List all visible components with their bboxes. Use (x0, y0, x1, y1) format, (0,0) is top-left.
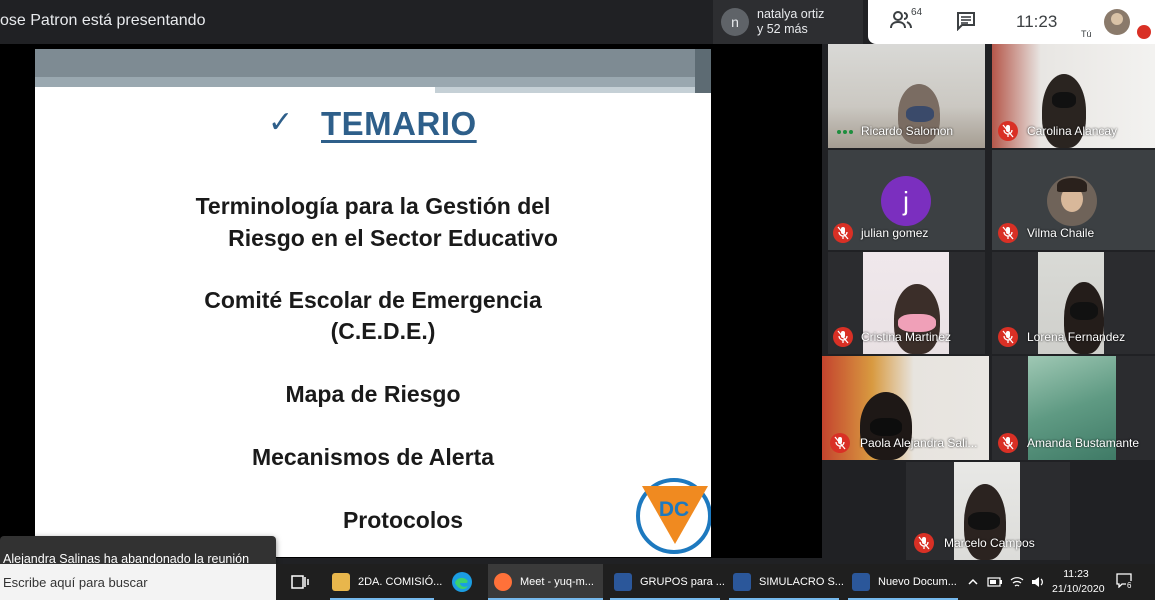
mic-off-icon (833, 223, 853, 243)
participant-tile-julian[interactable]: j julian gomez (828, 150, 985, 250)
civil-defense-logo: DC (636, 478, 711, 554)
wifi-icon[interactable] (1010, 576, 1024, 588)
mic-off-icon (833, 327, 853, 347)
slide-item-5: Protocolos (342, 507, 464, 533)
clock-time: 11:23 (1063, 568, 1089, 580)
participant-tile-lorena[interactable]: Lorena Fernandez (992, 252, 1155, 354)
slide-item-2-line-2: (C.E.D.E.) (330, 318, 436, 344)
meeting-controls-panel: 64 11:23 Tú (868, 0, 1155, 44)
slide-item-3: Mapa de Riesgo (285, 381, 461, 407)
volume-icon[interactable] (1031, 576, 1045, 588)
system-tray (965, 564, 1050, 600)
participant-avatar: j (881, 176, 931, 226)
participant-tile-carolina[interactable]: Carolina Alancay (992, 44, 1155, 148)
slide-header-band-3 (435, 87, 711, 93)
participant-name: Amanda Bustamante (1027, 436, 1140, 450)
mic-off-icon (830, 433, 850, 453)
participants-chip[interactable]: n natalya ortiz y 52 más (713, 0, 863, 44)
taskbar-app-label: Meet - yuq-m... (520, 576, 594, 588)
chevron-up-icon[interactable] (967, 576, 979, 588)
slide-item-1-line-2: Riesgo en el Sector Educativo (228, 225, 558, 251)
participant-name: Ricardo Salomon (861, 124, 954, 138)
slide-item-4: Mecanismos de Alerta (251, 444, 495, 470)
clock-date: 21/10/2020 (1052, 583, 1105, 595)
participant-name: Paola Alejandra Sali... (860, 436, 978, 450)
participant-tile-marcelo[interactable]: Marcelo Campos (906, 462, 1070, 560)
slide-item-1-line-1: Terminología para la Gestión del (195, 193, 551, 219)
presentation-stage: ✓ TEMARIO Terminología para la Gestión d… (0, 44, 822, 580)
task-view-icon (291, 575, 309, 589)
task-view-button[interactable] (288, 570, 312, 594)
chip-text: natalya ortiz y 52 más (757, 7, 824, 37)
chip-avatar: n (721, 8, 749, 36)
word-doc-icon (852, 573, 870, 591)
people-button[interactable]: 64 (890, 7, 926, 34)
participant-name: Cristina Martinez (861, 330, 952, 344)
participant-tile-paola[interactable]: Paola Alejandra Sali... (822, 356, 989, 460)
participant-name: Marcelo Campos (944, 536, 1035, 550)
chip-line-2: y 52 más (757, 22, 808, 36)
mic-off-icon (998, 433, 1018, 453)
top-bar: ose Patron está presentando n natalya or… (0, 0, 1155, 44)
participant-tile-ricardo[interactable]: Ricardo Salomon (828, 44, 985, 148)
slide-title: TEMARIO (321, 105, 477, 142)
meet-window: ose Patron está presentando n natalya or… (0, 0, 1155, 600)
participant-tile-cristina[interactable]: Cristina Martinez (828, 252, 985, 354)
taskbar-app-nuevo-documento[interactable]: Nuevo Docum... (848, 564, 960, 600)
participant-name: Carolina Alancay (1027, 124, 1118, 138)
taskbar-app-folder[interactable]: 2DA. COMISIÓ... (330, 564, 443, 600)
meeting-clock: 11:23 (1016, 12, 1058, 31)
slide-header-band (35, 49, 711, 77)
edge-icon (452, 572, 472, 592)
participant-avatar (1047, 176, 1097, 226)
edge-button[interactable] (450, 570, 474, 594)
action-center-button[interactable]: 6 (1115, 572, 1137, 592)
taskbar-clock[interactable]: 11:23 21/10/2020 (1052, 567, 1105, 597)
people-count: 64 (911, 7, 923, 18)
taskbar-app-simulacro[interactable]: SIMULACRO S... (729, 564, 844, 600)
taskbar-app-label: Nuevo Docum... (878, 576, 957, 588)
participant-tile-amanda[interactable]: Amanda Bustamante (992, 356, 1155, 460)
people-icon (890, 11, 912, 29)
taskbar-app-firefox-meet[interactable]: Meet - yuq-m... (488, 564, 603, 600)
self-label: Tú (1081, 29, 1092, 39)
taskbar-app-label: GRUPOS para ... (640, 576, 725, 588)
windows-taskbar: Escribe aquí para buscar 2DA. COMISIÓ...… (0, 564, 1155, 600)
slide-item-2-line-1: Comité Escolar de Emergencia (204, 287, 542, 313)
taskbar-app-label: SIMULACRO S... (759, 576, 844, 588)
battery-icon[interactable] (987, 576, 1003, 588)
mic-off-icon (998, 121, 1018, 141)
checkmark-icon: ✓ (268, 105, 294, 140)
chip-line-1: natalya ortiz (757, 7, 825, 21)
mic-off-icon (998, 327, 1018, 347)
chat-button[interactable] (956, 11, 978, 33)
mic-off-icon (914, 533, 934, 553)
word-doc-icon (733, 573, 751, 591)
slide-header-corner (695, 49, 711, 93)
firefox-icon (494, 573, 512, 591)
mic-off-icon (998, 223, 1018, 243)
taskbar-app-grupos[interactable]: GRUPOS para ... (610, 564, 725, 600)
slide-header-band-2 (35, 77, 711, 87)
taskbar-search[interactable]: Escribe aquí para buscar (0, 564, 276, 600)
participant-tile-vilma[interactable]: Vilma Chaile (992, 150, 1155, 250)
chat-icon (957, 12, 975, 32)
slide: ✓ TEMARIO Terminología para la Gestión d… (35, 49, 711, 557)
participant-name: julian gomez (861, 226, 929, 240)
folder-icon (332, 573, 350, 591)
taskbar-app-label: 2DA. COMISIÓ... (358, 576, 443, 588)
self-mic-off-icon (1137, 25, 1151, 39)
self-avatar[interactable] (1104, 9, 1130, 35)
logo-text: DC (658, 498, 690, 521)
speaking-indicator-icon (837, 130, 853, 134)
notification-count: 6 (1126, 581, 1133, 590)
participant-name: Lorena Fernandez (1027, 330, 1126, 344)
presenting-label: ose Patron está presentando (0, 12, 206, 29)
participant-name: Vilma Chaile (1027, 226, 1095, 240)
word-doc-icon (614, 573, 632, 591)
